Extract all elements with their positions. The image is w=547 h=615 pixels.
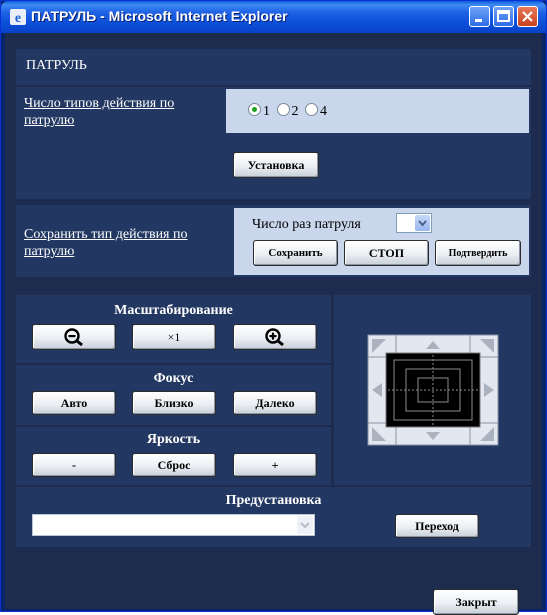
- zoom-in-icon: [265, 328, 284, 347]
- patrol-types-label[interactable]: Число типов действия по патрулю: [24, 95, 214, 129]
- save-patrol-panel: Сохранить тип действия по патрулю Число …: [16, 205, 531, 277]
- svg-text:e: e: [15, 11, 21, 26]
- title-bar[interactable]: e ПАТРУЛЬ - Microsoft Internet Explorer: [1, 1, 546, 33]
- maximize-icon: [497, 10, 510, 22]
- preset-select[interactable]: [32, 514, 315, 536]
- patrol-count-label: Число раз патруля: [252, 217, 361, 232]
- confirm-button[interactable]: Подтвердить: [435, 240, 521, 266]
- focus-panel: Фокус Авто Близко Далеко: [16, 365, 331, 425]
- maximize-button[interactable]: [493, 6, 514, 27]
- focus-auto-button[interactable]: Авто: [32, 391, 116, 415]
- window-title: ПАТРУЛЬ - Microsoft Internet Explorer: [31, 8, 288, 24]
- focus-far-button[interactable]: Далеко: [233, 391, 317, 415]
- brightness-minus-button[interactable]: -: [32, 453, 116, 477]
- pan-right-icon[interactable]: [479, 356, 499, 424]
- pan-down-icon[interactable]: [395, 426, 471, 446]
- preset-panel: Предустановка Переход: [16, 487, 531, 547]
- patrol-count-select[interactable]: [396, 213, 432, 233]
- chevron-down-icon[interactable]: [415, 215, 430, 231]
- ptz-control[interactable]: [334, 295, 531, 485]
- zoom-out-icon: [64, 328, 83, 347]
- close-button[interactable]: Закрыт: [433, 589, 519, 615]
- radio-4-label: 4: [320, 104, 327, 119]
- focus-near-button[interactable]: Близко: [132, 391, 216, 415]
- minimize-icon: [475, 19, 482, 22]
- save-patrol-label[interactable]: Сохранить тип действия по патрулю: [24, 226, 224, 260]
- minimize-button[interactable]: [469, 6, 490, 27]
- browser-window: e ПАТРУЛЬ - Microsoft Internet Explorer …: [0, 0, 547, 615]
- zoom-tele-button[interactable]: [233, 324, 317, 350]
- pan-left-icon[interactable]: [367, 356, 387, 424]
- radio-2[interactable]: [276, 103, 290, 116]
- pan-up-icon[interactable]: [395, 334, 471, 354]
- brightness-plus-button[interactable]: +: [233, 453, 317, 477]
- radio-4[interactable]: [305, 103, 318, 116]
- page-content: ПАТРУЛЬ Число типов действия по патрулю …: [5, 33, 542, 615]
- page-title: ПАТРУЛЬ: [26, 58, 87, 73]
- radio-1[interactable]: [248, 103, 261, 116]
- preset-title: Предустановка: [225, 493, 322, 508]
- patrol-types-panel: Число типов действия по патрулю 1 2 4 Ус…: [16, 87, 531, 199]
- brightness-reset-button[interactable]: Сброс: [132, 453, 216, 477]
- ptz-center-pad[interactable]: [385, 352, 481, 428]
- brightness-panel: Яркость - Сброс +: [16, 427, 331, 485]
- close-icon: [522, 11, 533, 22]
- zoom-panel: Масштабирование ×1: [16, 295, 331, 363]
- zoom-wide-button[interactable]: [32, 324, 116, 350]
- brightness-title: Яркость: [146, 432, 201, 447]
- internet-explorer-icon: e: [10, 9, 26, 26]
- save-button[interactable]: Сохранить: [253, 240, 338, 266]
- radio-2-label: 2: [291, 104, 299, 119]
- focus-title: Фокус: [153, 371, 194, 386]
- stop-button[interactable]: СТОП: [344, 240, 429, 266]
- close-window-button[interactable]: [517, 6, 538, 27]
- chevron-down-icon[interactable]: [297, 516, 313, 534]
- set-button[interactable]: Установка: [233, 152, 319, 178]
- zoom-x1-button[interactable]: ×1: [132, 324, 216, 350]
- preset-go-button[interactable]: Переход: [395, 514, 479, 538]
- zoom-title: Масштабирование: [114, 303, 233, 318]
- radio-1-label: 1: [263, 104, 270, 119]
- header-panel: ПАТРУЛЬ: [16, 49, 531, 85]
- save-patrol-box: Число раз патруля Сохранить СТОП Подтвер…: [234, 208, 529, 275]
- patrol-types-radio-group: 1 2 4: [226, 89, 529, 133]
- ptz-panel: [334, 295, 531, 485]
